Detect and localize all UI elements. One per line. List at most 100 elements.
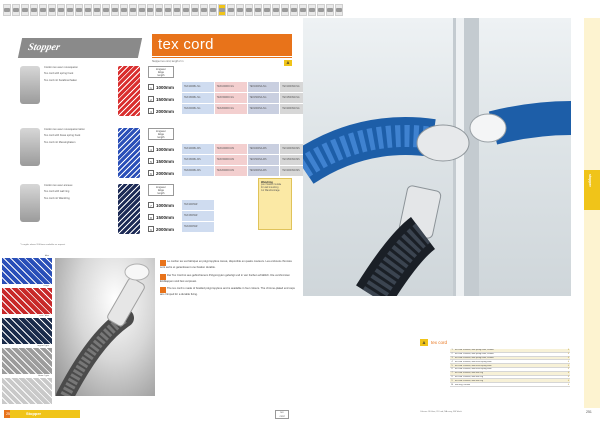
thumbnail-icon (255, 8, 262, 12)
length-value: 1500mm (156, 158, 175, 164)
nav-thumbnail[interactable] (137, 4, 146, 16)
length-header-line: length (157, 136, 165, 139)
length-option: 1 1000mm (148, 82, 178, 92)
row-description: wall ring, chrome (455, 383, 471, 386)
article-code: TEX2000BL-SG (182, 104, 214, 114)
article-code: TEX1000BL-MS (182, 144, 214, 154)
product-description-line: Tex cord with wall ring (44, 190, 70, 194)
row-pack: 4 (567, 383, 569, 386)
length-option: 9 2000mm (148, 224, 178, 234)
row-description: tex cord 1000mm, with wall ring (455, 372, 484, 375)
length-value: 1000mm (156, 146, 175, 152)
nav-thumbnail[interactable] (29, 4, 38, 16)
nav-thumbnail[interactable] (38, 4, 47, 16)
thumbnail-icon (30, 8, 37, 12)
article-code: TEX2000WR (182, 222, 214, 232)
footer-label: Stopper (26, 411, 42, 416)
nav-thumbnail[interactable] (245, 4, 254, 16)
nav-thumbnail[interactable] (334, 4, 343, 16)
nav-thumbnail[interactable] (164, 4, 173, 16)
nav-thumbnail[interactable] (146, 4, 155, 16)
product-description: Cordon tex avec mousqueton laiton Tex cor… (44, 128, 114, 147)
nav-thumbnail[interactable] (182, 4, 191, 16)
nav-thumbnail[interactable] (56, 4, 65, 16)
length-option: 8 1500mm (148, 212, 178, 222)
nav-thumbnail[interactable] (47, 4, 56, 16)
nav-thumbnail[interactable] (263, 4, 272, 16)
nav-thumbnail[interactable] (209, 4, 218, 16)
nav-thumbnail[interactable] (218, 4, 227, 16)
length-option: 5 1500mm (148, 156, 178, 166)
nav-thumbnail[interactable] (316, 4, 325, 16)
nav-thumbnail[interactable] (155, 4, 164, 16)
article-code: TEX2000NA-MS (247, 166, 280, 176)
subtitle: Stopper tex cord, length 2 m (152, 60, 184, 63)
nav-thumbnail[interactable] (307, 4, 316, 16)
nav-thumbnail[interactable] (227, 4, 236, 16)
brand-logo: Stopper (17, 38, 143, 58)
nav-thumbnail[interactable] (128, 4, 137, 16)
length-index: 5 (148, 158, 154, 164)
nav-thumbnail[interactable] (325, 4, 334, 16)
thumbnail-icon (93, 8, 100, 12)
row-pack: 4 (567, 360, 569, 363)
nav-thumbnail[interactable] (200, 4, 209, 16)
nav-thumbnail[interactable] (20, 4, 29, 16)
thumbnail-icon (174, 8, 181, 12)
nav-thumbnail[interactable] (191, 4, 200, 16)
nav-thumbnail[interactable] (11, 4, 20, 16)
thumbnail-icon (102, 8, 109, 12)
length-option: 3 2000mm (148, 106, 178, 116)
nav-thumbnail[interactable] (101, 4, 110, 16)
side-stripe (584, 18, 600, 408)
thumbnail-icon (308, 8, 315, 12)
order-table: 1 tex cord 1000mm, with spring hook, chro… (450, 349, 570, 387)
row-description: tex cord 1000mm, with brass spring hook (455, 360, 492, 363)
length-index: 1 (148, 84, 154, 90)
length-header-line: length (157, 74, 165, 77)
article-code: TEX1500NA-SG (247, 93, 280, 103)
nav-thumbnail[interactable] (3, 4, 11, 16)
table-footnote: Colours: BL blue, RO red, NA navy, SW bl… (420, 411, 462, 413)
swatch-label: noir / bleu (38, 315, 50, 317)
nav-thumbnail[interactable] (281, 4, 289, 16)
thumbnail-icon (317, 8, 324, 12)
nav-thumbnail[interactable] (65, 4, 74, 16)
nav-thumbnail[interactable] (290, 4, 298, 16)
thumbnail-icon (84, 8, 91, 12)
article-code: TEX2000RO-SG (214, 104, 247, 114)
nav-thumbnail[interactable] (298, 4, 307, 16)
product-row: Cordon tex avec mousqueton Tex cord with … (20, 66, 312, 122)
empty-cell (215, 200, 247, 210)
nav-thumbnail[interactable] (119, 4, 128, 16)
thumbnail-icon (156, 8, 163, 12)
nav-thumbnail[interactable] (254, 4, 263, 16)
article-code-grid: TEX1000WR TEX1500WR TEX2000WR (182, 200, 312, 232)
thumbnail-icon (138, 8, 145, 12)
thumbnail-icon (201, 8, 208, 12)
article-code: TEX1000NA-MS (247, 144, 280, 154)
row-description: tex cord 1500mm, with wall ring (455, 375, 484, 378)
order-table-header: A tex cord (420, 338, 570, 347)
color-swatch: argent / gris (2, 345, 52, 374)
thumbnail-icon (48, 8, 55, 12)
nav-thumbnail[interactable] (92, 4, 101, 16)
length-option: 6 2000mm (148, 168, 178, 178)
note-line: zur Wandmontage (261, 190, 280, 192)
article-code: TEX2000BL-MS (182, 166, 214, 176)
empty-cell (215, 222, 247, 232)
product-description: Cordon tex avec mousqueton Tex cord with … (44, 66, 114, 85)
nav-thumbnail[interactable] (272, 4, 281, 16)
nav-thumbnail[interactable] (74, 4, 83, 16)
nav-thumbnail[interactable] (236, 4, 245, 16)
thumbnail-icon (335, 8, 342, 12)
nav-thumbnail[interactable] (110, 4, 119, 16)
nav-thumbnail[interactable] (83, 4, 92, 16)
length-value: 1500mm (156, 96, 175, 102)
nav-thumbnail[interactable] (173, 4, 182, 16)
thumbnail-icon (39, 8, 46, 12)
thumbnail-icon (75, 8, 82, 12)
thumbnail-icon (120, 8, 127, 12)
page-title: tex cord (158, 36, 214, 53)
row-pack: 4 (567, 375, 569, 378)
